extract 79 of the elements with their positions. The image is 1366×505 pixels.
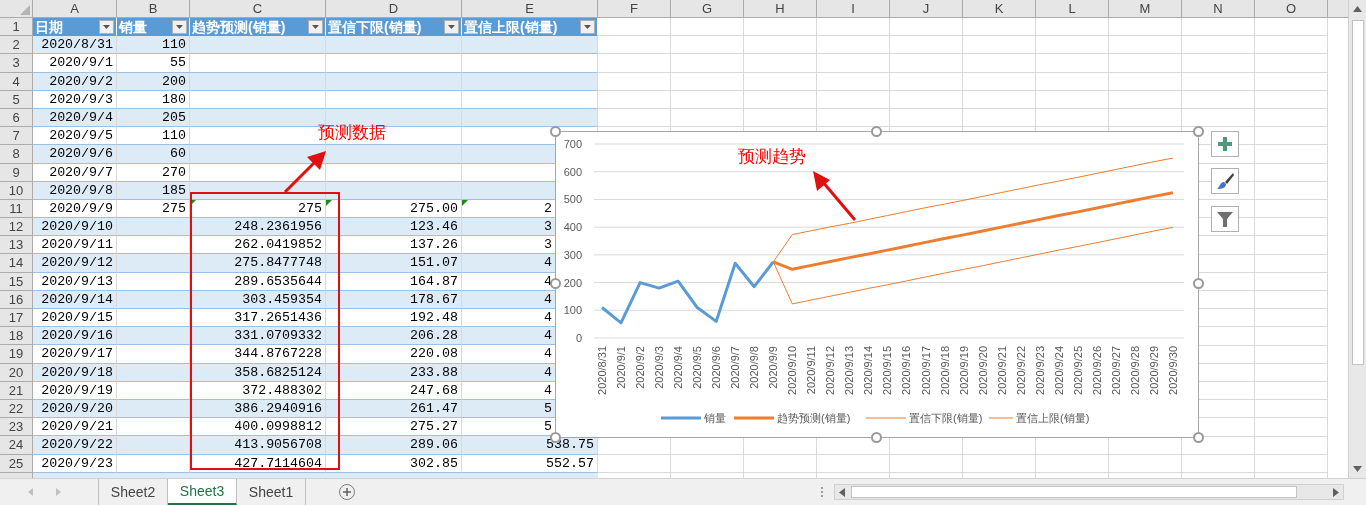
- legend-label: 置信上限(销量): [1016, 412, 1090, 424]
- axis-label: 600: [563, 165, 582, 178]
- table-cell: 2020/9/5: [33, 127, 117, 146]
- axis-label: 2020/9/25: [1071, 346, 1084, 395]
- axis-label: 2020/9/13: [843, 346, 856, 395]
- table-cell: 123.46: [326, 218, 462, 237]
- axis-label: 2020/9/24: [1052, 346, 1065, 395]
- axis-label: 2020/9/2: [634, 346, 647, 389]
- table-cell: 2020/9/1: [33, 54, 117, 73]
- column-title: 置信上限(销量): [464, 19, 558, 34]
- axis-label: 700: [563, 138, 582, 150]
- axis-label: 200: [563, 276, 582, 289]
- axis-label: 2020/9/11: [805, 346, 818, 395]
- axis-label: 2020/9/22: [1014, 346, 1027, 395]
- table-cell: 2020/8/31: [33, 36, 117, 55]
- axis-label: 2020/9/26: [1090, 346, 1103, 395]
- axis-label: 2020/9/4: [672, 346, 685, 389]
- axis-label: 2020/9/30: [1166, 346, 1179, 395]
- axis-label: 2020/9/14: [862, 346, 875, 395]
- axis-label: 2020/9/16: [900, 346, 913, 395]
- table-cell: 289.06: [326, 436, 462, 455]
- column-title: 日期: [35, 19, 63, 34]
- table-cell: 2020/9/17: [33, 345, 117, 364]
- axis-label: 2020/9/28: [1128, 346, 1141, 395]
- table-cell: 275.8477748: [190, 254, 326, 273]
- legend-label: 销量: [704, 412, 726, 424]
- table-cell: 2020/9/16: [33, 327, 117, 346]
- column-title: 趋势预测(销量): [192, 19, 286, 34]
- table-cell: 2020/9/22: [33, 436, 117, 455]
- table-cell: 248.2361956: [190, 218, 326, 237]
- table-cell: 55: [117, 54, 190, 73]
- table-cell: 2020/9/11: [33, 236, 117, 255]
- axis-label: 2020/9/19: [957, 346, 970, 395]
- table-cell: 317.2651436: [190, 309, 326, 328]
- legend-label: 置信下限(销量): [909, 412, 983, 424]
- axis-label: 400: [563, 221, 582, 234]
- axis-label: 2020/9/3: [653, 346, 666, 389]
- axis-label: 2020/9/10: [786, 346, 799, 395]
- axis-label: 2020/9/6: [710, 346, 723, 389]
- axis-label: 0: [575, 332, 582, 344]
- table-cell: 192.48: [326, 309, 462, 328]
- axis-label: 2020/9/21: [995, 346, 1008, 395]
- table-cell: 2020/9/15: [33, 309, 117, 328]
- table-cell: 262.0419852: [190, 236, 326, 255]
- axis-label: 2020/9/23: [1033, 346, 1046, 395]
- column-title: 销量: [119, 19, 147, 34]
- callout-text: 预测趋势: [738, 146, 806, 168]
- callout-text: 预测数据: [318, 122, 386, 144]
- axis-label: 2020/9/12: [824, 346, 837, 395]
- table-cell: 413.9056708: [190, 436, 326, 455]
- axis-label: 2020/8/31: [596, 346, 608, 395]
- table-cell: 275.27: [326, 418, 462, 437]
- axis-label: 2020/9/1: [615, 346, 628, 389]
- table-cell: 151.07: [326, 254, 462, 273]
- table-cell: 110: [117, 127, 190, 146]
- column-title: 置信下限(销量): [328, 19, 422, 34]
- table-cell: 60: [117, 145, 190, 164]
- axis-label: 2020/9/27: [1109, 346, 1122, 395]
- table-cell: 2020/9/12: [33, 254, 117, 273]
- table-cell: 206.28: [326, 327, 462, 346]
- axis-label: 2020/9/29: [1147, 346, 1160, 395]
- axis-label: 2020/9/20: [976, 346, 989, 395]
- axis-label: 2020/9/8: [748, 346, 761, 389]
- axis-label: 2020/9/7: [729, 346, 742, 389]
- table-cell: 137.26: [326, 236, 462, 255]
- table-cell: 220.08: [326, 345, 462, 364]
- table-cell: 2020/9/21: [33, 418, 117, 437]
- table-cell: 110: [117, 36, 190, 55]
- axis-label: 2020/9/18: [938, 346, 951, 395]
- table-cell: 400.0998812: [190, 418, 326, 437]
- axis-label: 2020/9/5: [691, 346, 704, 389]
- axis-label: 2020/9/15: [881, 346, 894, 395]
- legend-label: 趋势预测(销量): [777, 412, 851, 424]
- axis-label: 2020/9/17: [919, 346, 932, 395]
- table-cell: 2020/9/10: [33, 218, 117, 237]
- table-cell: 2020/9/6: [33, 145, 117, 164]
- axis-label: 2020/9/9: [767, 346, 780, 389]
- table-cell: 331.0709332: [190, 327, 326, 346]
- table-cell: 344.8767228: [190, 345, 326, 364]
